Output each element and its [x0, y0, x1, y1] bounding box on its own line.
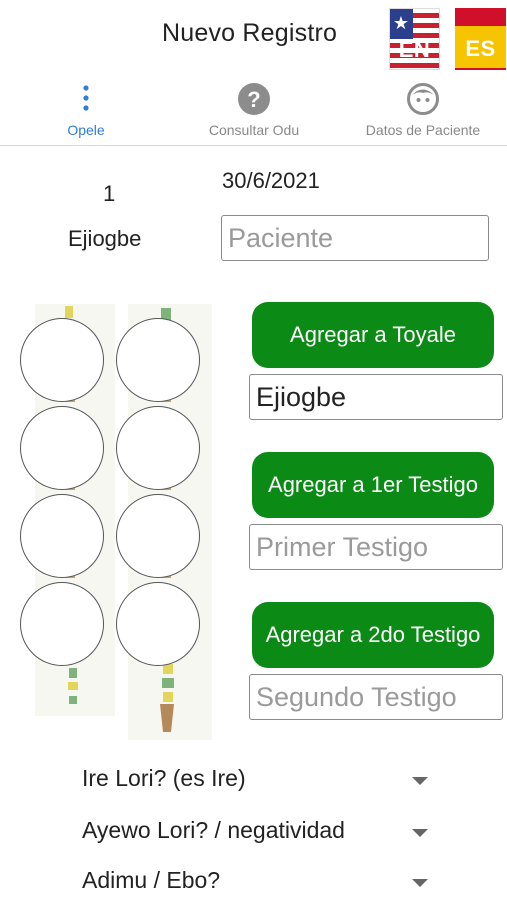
svg-text:★: ★ [393, 13, 409, 34]
svg-text:?: ? [247, 87, 260, 112]
tab-label-datos-paciente: Datos de Paciente [365, 122, 481, 138]
opele-chain-right[interactable] [116, 304, 212, 740]
record-count: 1 [103, 181, 116, 206]
tab-label-consultar-odu: Consultar Odu [208, 122, 300, 138]
opele-bead-left-3[interactable] [20, 494, 104, 578]
opele-chain-left[interactable] [20, 304, 116, 716]
page-title: Nuevo Registro [162, 19, 338, 47]
ayewo-lori-select[interactable]: Ayewo Lori? / negatividad [82, 813, 432, 853]
segundo-testigo-input[interactable] [249, 674, 503, 720]
caret-down-icon [412, 777, 428, 785]
language-es-button[interactable]: ES [455, 8, 506, 70]
tab-consultar-odu[interactable]: ? Consultar Odu [194, 76, 314, 146]
adimu-ebo-select-label: Adimu / Ebo? [82, 867, 221, 893]
opele-bead-left-2[interactable] [20, 406, 104, 490]
adimu-ebo-select[interactable]: Adimu / Ebo? [82, 863, 432, 900]
opele-bead-left-4[interactable] [20, 582, 104, 666]
caret-down-icon [412, 879, 428, 887]
baby-face-icon [407, 83, 439, 115]
vertical-dots-icon [83, 85, 89, 111]
language-code-en: EN [398, 37, 431, 62]
tab-opele[interactable]: Opele [36, 76, 136, 146]
tab-label-opele: Opele [67, 122, 105, 138]
question-circle-icon: ? [238, 83, 270, 115]
odu-name-label: Ejiogbe [68, 226, 142, 251]
ire-lori-select-label: Ire Lori? (es Ire) [82, 765, 246, 791]
caret-down-icon [412, 829, 428, 837]
ayewo-lori-select-label: Ayewo Lori? / negatividad [82, 817, 345, 843]
tab-datos-paciente[interactable]: Datos de Paciente [353, 76, 493, 146]
agregar-toyale-button[interactable]: Agregar a Toyale [252, 302, 494, 368]
tab-bar: Opele ? Consultar Odu Datos de Paciente [0, 76, 507, 146]
ire-lori-select[interactable]: Ire Lori? (es Ire) [82, 761, 432, 801]
opele-bead-right-4[interactable] [116, 582, 200, 666]
opele-bead-right-3[interactable] [116, 494, 200, 578]
language-en-button[interactable]: ★ EN [389, 8, 440, 70]
agregar-primer-testigo-button[interactable]: Agregar a 1er Testigo [252, 452, 494, 518]
opele-bead-right-2[interactable] [116, 406, 200, 490]
record-date: 30/6/2021 [222, 168, 320, 193]
agregar-segundo-testigo-button[interactable]: Agregar a 2do Testigo [252, 602, 494, 668]
language-code-es: ES [465, 36, 496, 61]
primer-testigo-input[interactable] [249, 524, 503, 570]
app-header: Nuevo Registro ★ EN ES [0, 0, 507, 76]
opele-bead-left-1[interactable] [20, 318, 104, 402]
paciente-input[interactable] [221, 215, 489, 261]
toyale-input[interactable] [249, 374, 503, 420]
opele-bead-right-1[interactable] [116, 318, 200, 402]
